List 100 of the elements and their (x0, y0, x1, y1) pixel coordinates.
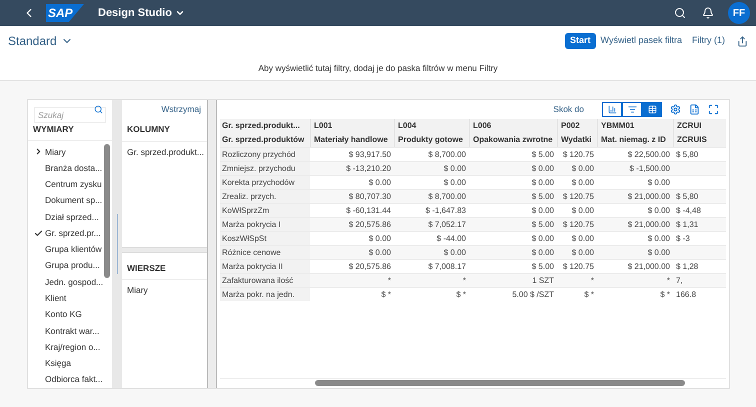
table-cell-text: $ 0.00 (570, 163, 595, 175)
table-cell-text: $ -60,131.44 (345, 205, 392, 217)
table-cell-text: $ * (583, 289, 595, 301)
show-filter-bar-link[interactable]: Wyświetl pasek filtra (600, 34, 682, 48)
table-cell-text: $ 0.00 (368, 247, 392, 259)
dimension-item[interactable]: Grupa produ... (28, 258, 104, 274)
table-cell-text: 1 SZT (531, 275, 555, 287)
fullscreen-icon[interactable] (708, 104, 719, 115)
settings-icon[interactable] (670, 104, 681, 115)
jump-link[interactable]: Skok do (553, 103, 584, 116)
table-cell-text: $ * (455, 289, 467, 301)
row-field[interactable]: Miary (122, 284, 207, 296)
table-cell-text: $ 20,575.86 (348, 219, 392, 231)
table-cell-text: $ 21,000.00 (626, 261, 671, 273)
table-cell-text: $ 1,31 (675, 219, 700, 231)
table-cell-text: $ 0.00 (368, 177, 392, 189)
pause-link[interactable]: Wstrzymaj (161, 102, 201, 116)
table-cell-text: * (462, 275, 467, 287)
table-cell-text: $ 0.00 (646, 205, 671, 217)
view-toggle[interactable] (642, 102, 662, 117)
row-header-cell: Zrealiz. przych. (220, 190, 310, 203)
row-header-cell: KoszWłSpSt (220, 232, 310, 245)
avatar[interactable]: FF (728, 2, 750, 24)
dimension-item[interactable]: Odbiorca fakt... (28, 372, 104, 388)
row-header-cell: Marża pokrycia II (220, 260, 310, 273)
row-header-cell: Różnice cenowe (220, 246, 310, 259)
table-cell-text: $ 8,700.00 (427, 149, 467, 161)
variant-selector[interactable]: Standard (8, 32, 73, 50)
scrollbar[interactable] (104, 144, 110, 278)
resize-handle[interactable] (116, 214, 118, 274)
table-cell-text: $ 0.00 (530, 233, 555, 245)
dimension-item[interactable]: Branża dosta... (28, 160, 104, 176)
table-icon (648, 105, 656, 114)
table-cell-text: 7, (675, 275, 684, 287)
filter-hint: Aby wyświetlić tutaj filtry, dodaj je do paska filtrów w menu Filtry (258, 62, 498, 75)
table-cell-text: $ 21,000.00 (626, 219, 671, 231)
table-cell-text: $ 0.00 (368, 233, 392, 245)
bell-icon[interactable] (702, 7, 714, 19)
header-cell-text: Gr. sprzed.produktów (221, 134, 306, 146)
table-cell-text: $ 5.00 (530, 219, 555, 231)
table-cell-text: $ 0.00 (646, 233, 671, 245)
table-cell-text: $ 8,700.00 (427, 191, 467, 203)
table-cell-text: $ 5.00 (530, 261, 555, 273)
dimension-item[interactable]: Grupa klientów (28, 241, 104, 258)
table-cell-text: $ 0.00 (570, 177, 595, 189)
view-toggle[interactable] (602, 102, 622, 117)
dimension-item[interactable]: Konto KG (28, 306, 104, 323)
table-cell-text: * (590, 275, 595, 287)
dimension-item[interactable]: Centrum zysku (28, 176, 104, 193)
filters-link[interactable]: Filtry (1) (692, 34, 725, 48)
row-header-cell: KoWłSprzZm (220, 204, 310, 217)
table-cell-text: $ 120.75 (562, 219, 595, 231)
spreadsheet-icon[interactable] (689, 104, 700, 115)
column-field[interactable]: Gr. sprzed.produkt... (122, 146, 207, 158)
app-title-menu[interactable]: Design Studio (98, 4, 185, 22)
row-header-cell: Korekta przychodów (220, 176, 310, 189)
dimension-item[interactable]: Miary (28, 144, 104, 160)
search-field[interactable]: Szukaj (34, 107, 106, 123)
table-cell-text: $ 120.75 (562, 149, 595, 161)
table-cell-text: $ 0.00 (646, 247, 671, 259)
start-button[interactable]: Start (565, 33, 596, 49)
dimension-item[interactable]: Kraj/region o... (28, 339, 104, 356)
dimension-item[interactable]: Gr. sprzed.pr... (28, 225, 104, 242)
table-cell-text: $ -3 (675, 233, 691, 245)
dimension-item[interactable]: Jedn. gospod... (28, 274, 104, 290)
table-cell-text: $ 7,052.17 (427, 219, 467, 231)
table-cell-text: $ -1,500.00 (628, 163, 671, 175)
table-cell-text: $ 0.00 (530, 247, 555, 259)
dimension-item[interactable]: Kontrakt war... (28, 322, 104, 340)
table-cell-text: $ 20,575.86 (348, 261, 392, 273)
search-icon[interactable] (94, 105, 103, 114)
chart-icon (608, 105, 616, 114)
row-header-cell: Marża pokr. na jedn. (220, 288, 310, 301)
table-cell-text: $ 0.00 (442, 247, 467, 259)
dimension-item[interactable]: Klient (28, 290, 104, 307)
table-cell-text: $ 0.00 (530, 205, 555, 217)
table-cell-text: * (666, 275, 671, 287)
dimension-item[interactable]: Dział sprzed... (28, 208, 104, 226)
horizontal-scrollbar[interactable] (315, 380, 685, 386)
table-cell-text: $ 80,707.30 (348, 191, 392, 203)
table-cell-text: $ 0.00 (570, 247, 595, 259)
table-cell-text: $ 0.00 (570, 205, 595, 217)
header-cell-text: Gr. sprzed.produkt... (221, 120, 301, 132)
table-cell-text: $ 93,917.50 (348, 149, 392, 161)
share-icon[interactable] (737, 36, 748, 46)
table-cell-text: $ 0.00 (530, 163, 555, 175)
table-cell-text: $ -4,48 (675, 205, 702, 217)
table-cell-text: $ 5,80 (675, 149, 700, 161)
caret-icon (174, 8, 185, 18)
table-cell-text: $ 7,008.17 (427, 261, 467, 273)
table-cell-text: $ 5,80 (675, 191, 700, 203)
table-cell-text: $ 1,28 (675, 261, 700, 273)
dimension-item[interactable]: Księga (28, 355, 104, 372)
view-toggle[interactable] (622, 102, 642, 117)
search-icon[interactable] (674, 7, 686, 19)
table-cell-text: $ -13,210.20 (345, 163, 392, 175)
dimension-item[interactable]: Dokument sp... (28, 192, 104, 209)
table-cell-text: $ 0.00 (442, 177, 467, 189)
row-header-cell: Marża pokrycia I (220, 218, 310, 231)
table-cell-text: $ 0.00 (442, 163, 467, 175)
